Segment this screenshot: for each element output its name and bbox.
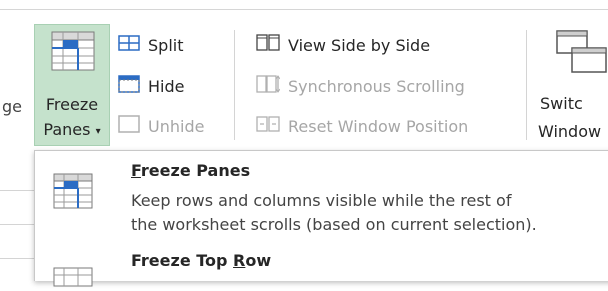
reset-window-position-button[interactable]: Reset Window Position — [256, 114, 468, 138]
freeze-panes-button[interactable]: Freeze Panes ▾ — [34, 24, 110, 146]
worksheet-gridline — [0, 258, 34, 259]
split-label: Split — [148, 35, 184, 55]
menu-item-freeze-panes[interactable]: Freeze Panes Keep rows and columns visib… — [35, 151, 608, 251]
freeze-label-panes: Panes — [43, 120, 91, 139]
group-separator — [234, 30, 235, 140]
switch-label-line2: Window — [538, 122, 602, 141]
side-by-side-icon — [256, 34, 280, 56]
split-button[interactable]: Split — [118, 34, 183, 56]
title-text: reeze Panes — [140, 161, 251, 180]
title-text: ow — [245, 251, 272, 270]
freeze-label-line1: Freeze — [45, 95, 99, 114]
freeze-panes-icon — [53, 173, 93, 213]
title-text: Freeze Top — [131, 251, 234, 270]
hide-window-icon — [118, 74, 140, 98]
clipped-group-label: ge — [2, 97, 22, 116]
unhide-window-icon — [118, 114, 140, 138]
menu-item-title: Freeze Panes — [131, 161, 250, 180]
menu-item-description-line2: the worksheet scrolls (based on current … — [131, 215, 537, 234]
freeze-panes-menu: Freeze Panes Keep rows and columns visib… — [34, 150, 608, 287]
hide-button[interactable]: Hide — [118, 74, 184, 98]
worksheet-gridline — [0, 224, 34, 225]
switch-label-line1: Switc — [540, 94, 583, 113]
hide-label: Hide — [148, 76, 185, 96]
view-side-by-side-button[interactable]: View Side by Side — [256, 34, 430, 56]
synchronous-scrolling-icon — [256, 74, 281, 98]
unhide-label: Unhide — [148, 116, 205, 136]
synchronous-scrolling-button[interactable]: Synchronous Scrolling — [256, 74, 465, 98]
group-separator — [526, 30, 527, 140]
access-key: R — [233, 251, 246, 270]
chevron-down-icon: ▾ — [95, 126, 101, 137]
view-side-by-side-label: View Side by Side — [288, 35, 431, 55]
split-icon — [118, 34, 140, 56]
worksheet-gridline — [0, 190, 34, 191]
unhide-button[interactable]: Unhide — [118, 114, 204, 138]
freeze-label-line2: Panes ▾ — [35, 120, 109, 139]
ribbon-top-border — [0, 9, 608, 10]
freeze-panes-icon — [51, 31, 95, 75]
access-key: F — [131, 161, 141, 180]
freeze-top-row-icon — [53, 267, 93, 291]
menu-item-title: Freeze Top Row — [131, 251, 271, 270]
synchronous-scrolling-label: Synchronous Scrolling — [288, 76, 465, 96]
view-ribbon: ge Freeze Panes ▾ Split Hide Unhide View… — [0, 0, 608, 150]
reset-window-position-icon — [256, 114, 280, 138]
menu-item-freeze-top-row[interactable]: Freeze Top Row — [35, 251, 608, 287]
menu-item-description-line1: Keep rows and columns visible while the … — [131, 191, 512, 210]
switch-windows-button[interactable]: Switc Window — [534, 30, 608, 150]
switch-windows-icon — [556, 30, 608, 78]
reset-window-position-label: Reset Window Position — [288, 116, 469, 136]
